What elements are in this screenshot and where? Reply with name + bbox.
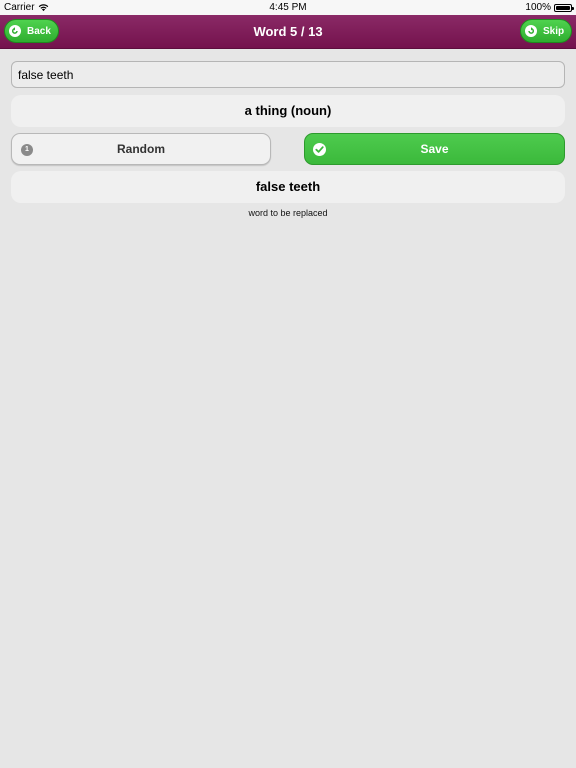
- random-count-badge: 1: [21, 144, 33, 156]
- status-battery-group: 100%: [525, 0, 574, 15]
- random-button-label: Random: [117, 142, 165, 156]
- battery-icon: [554, 3, 574, 12]
- nav-bar: Back Word 5 / 13 Skip: [0, 15, 576, 49]
- status-bar: Carrier 4:45 PM 100%: [0, 0, 576, 15]
- battery-fill: [556, 5, 570, 10]
- replaced-word-display: false teeth: [11, 171, 565, 203]
- skip-button[interactable]: Skip: [520, 19, 572, 43]
- word-category-label: a thing (noun): [11, 95, 565, 127]
- save-button[interactable]: Save: [304, 133, 565, 165]
- random-button[interactable]: 1 Random: [11, 133, 271, 165]
- replaced-word-caption: word to be replaced: [248, 208, 328, 218]
- save-button-label: Save: [420, 142, 449, 156]
- skip-button-label: Skip: [543, 25, 565, 37]
- word-input[interactable]: [11, 61, 565, 88]
- battery-percent: 100%: [525, 2, 551, 13]
- skip-arrow-icon: [525, 25, 537, 37]
- page-title: Word 5 / 13: [253, 24, 323, 39]
- status-time: 4:45 PM: [269, 2, 307, 13]
- checkmark-icon: [313, 143, 326, 156]
